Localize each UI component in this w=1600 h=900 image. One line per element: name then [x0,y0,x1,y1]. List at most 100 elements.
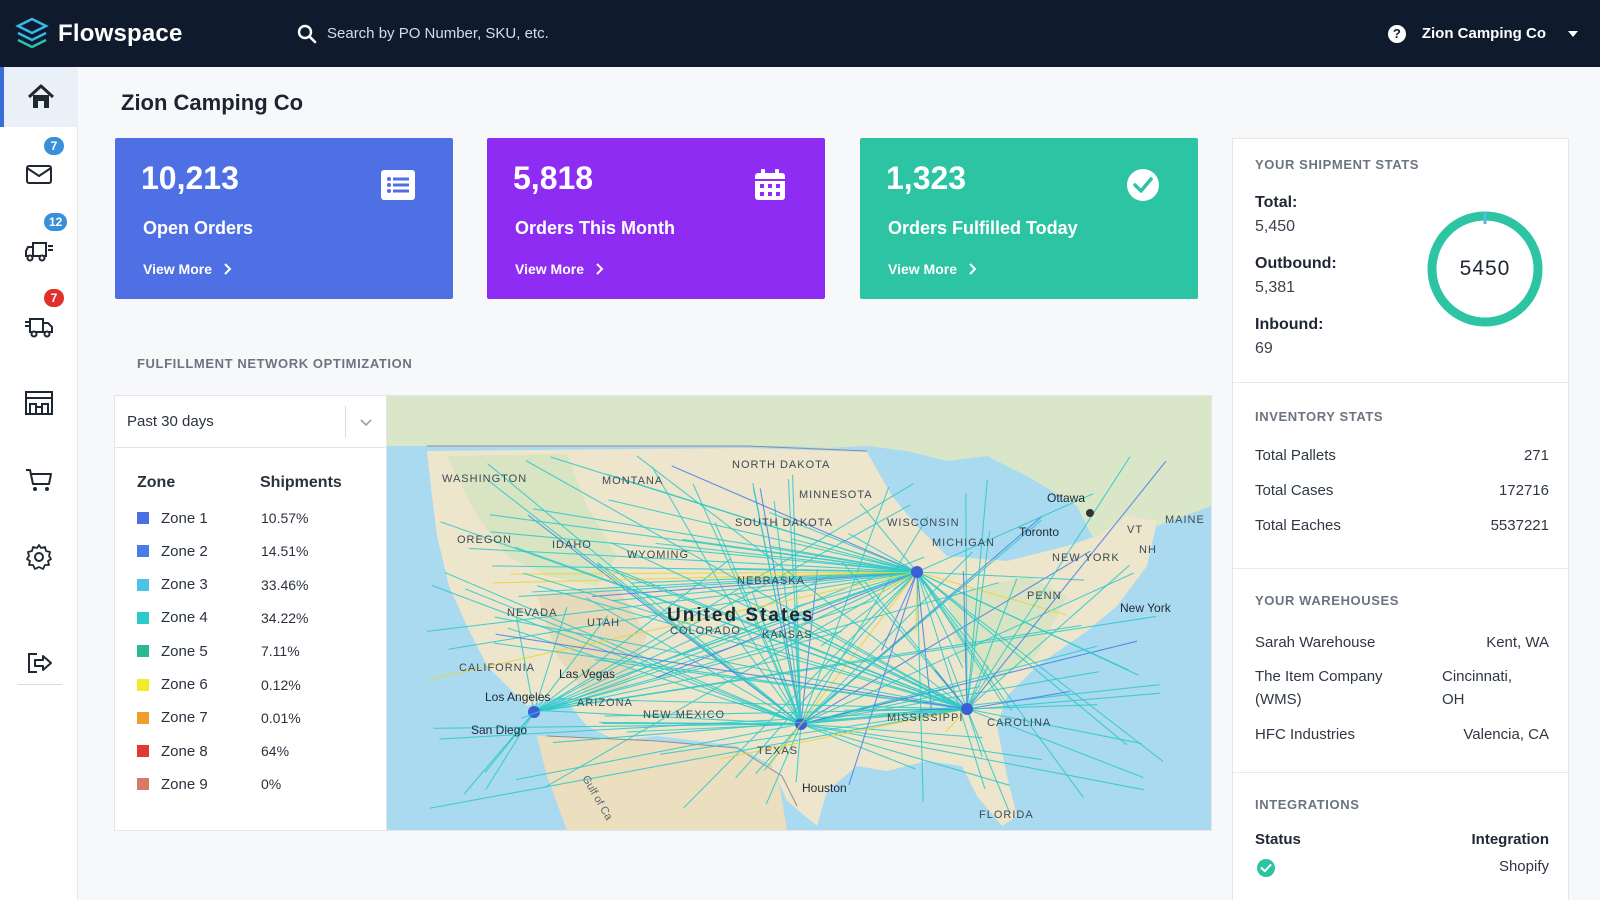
warehouse-name: The Item Company (WMS) [1255,668,1383,708]
view-more-link[interactable]: View More [515,261,606,277]
map-label: MINNESOTA [799,489,873,501]
warehouse-row[interactable]: The Item Company (WMS) Cincinnati, OH [1255,665,1549,711]
map-label: NORTH DAKOTA [732,459,830,471]
search-input[interactable] [327,25,847,42]
warehouse-location: Valencia, CA [1463,726,1549,743]
view-more-label: View More [143,261,212,277]
map-label: NEW YORK [1052,552,1120,564]
brand-logo[interactable]: Flowspace [14,16,264,52]
zone-color-swatch [137,745,149,758]
zone-name: Zone 9 [161,775,208,793]
inventory-stats-title: INVENTORY STATS [1255,409,1384,424]
map-label: WYOMING [627,549,689,561]
map-label: TEXAS [757,745,798,757]
outbound-truck-icon [25,318,53,338]
outbound-count-badge: 7 [42,287,66,309]
view-more-link[interactable]: View More [143,261,234,277]
view-more-label: View More [888,261,957,277]
sidebar-item-warehouse[interactable] [0,373,78,433]
city-label: Las Vegas [559,667,615,681]
fulfillment-map[interactable]: WASHINGTON MONTANA NORTH DAKOTA OREGON I… [387,396,1211,830]
integrations-title: INTEGRATIONS [1255,797,1360,812]
logout-icon [28,653,52,673]
gear-icon [26,544,52,570]
search-icon [297,24,317,43]
card-label: Orders Fulfilled Today [888,218,1078,238]
warehouse-hub-marker[interactable] [911,566,923,578]
map-label: PENN [1027,590,1062,602]
top-bar: Flowspace ? Zion Camping Co [0,0,1600,67]
orders-fulfilled-today-card[interactable]: 1,323 Orders Fulfilled Today View More [860,138,1198,299]
zone-shipment-share: 0% [261,776,282,793]
sidebar-item-inbox[interactable] [0,144,78,204]
status-column-header: Status [1255,831,1301,848]
map-label: CALIFORNIA [459,662,535,674]
chevron-right-icon [224,263,232,275]
zone-row: Zone 6 0.12% [137,673,377,697]
city-label: New York [1120,601,1172,615]
global-search[interactable] [297,14,897,54]
zone-name: Zone 4 [161,609,208,627]
sidebar-item-settings[interactable] [0,527,78,587]
period-select[interactable]: Past 30 days [115,396,386,448]
card-value: 1,323 [886,160,967,196]
map-label: UTAH [587,617,620,629]
sidebar-item-cart[interactable] [0,450,78,510]
map-label: NEW MEXICO [643,709,725,721]
warehouse-row[interactable]: HFC Industries Valencia, CA [1255,723,1549,747]
warehouse-row[interactable]: Sarah Warehouse Kent, WA [1255,631,1549,655]
inbox-count-badge: 7 [42,135,66,157]
inventory-row: Total Pallets 271 [1255,447,1549,464]
list-icon [381,170,415,200]
integrations-header-row: Status Integration [1255,831,1549,851]
zone-shipment-share: 7.11% [261,643,300,660]
warehouse-location: Cincinnati, OH [1442,668,1513,708]
sidebar-item-home[interactable] [0,67,78,127]
map-label: MICHIGAN [932,537,995,549]
card-label: Orders This Month [515,218,676,238]
zone-name: Zone 2 [161,542,208,560]
zone-name: Zone 7 [161,709,208,727]
warehouses-title: YOUR WAREHOUSES [1255,593,1400,608]
network-panel: Past 30 days Zone Shipments Zone 1 10.57%… [114,395,1212,831]
top-right-controls: ? Zion Camping Co [1387,0,1578,67]
warehouse-icon [25,391,53,415]
inbound-truck-icon [25,242,53,262]
chevron-right-icon [969,263,977,275]
view-more-link[interactable]: View More [888,261,979,277]
map-canvas[interactable]: WASHINGTON MONTANA NORTH DAKOTA OREGON I… [387,396,1211,830]
shipment-stats-title: YOUR SHIPMENT STATS [1255,157,1420,172]
integration-row[interactable]: Shopify [1255,857,1549,879]
inbound-count-badge: 12 [42,211,70,233]
inventory-value: 5537221 [1490,517,1549,534]
map-label: WISCONSIN [887,517,960,529]
page-title: Zion Camping Co [121,90,304,115]
flowspace-logo-icon [15,17,49,48]
sidebar-item-outbound[interactable] [0,296,78,356]
map-label: OREGON [457,534,512,546]
orders-this-month-card[interactable]: 5,818 Orders This Month View More [487,138,825,299]
map-label: CAROLINA [987,717,1051,729]
zone-column-header: Zone [137,474,176,491]
open-orders-card[interactable]: 10,213 Open Orders View More [115,138,453,299]
outbound-label: Outbound: [1255,255,1337,272]
warehouse-name: HFC Industries [1255,726,1356,743]
warehouse-name: Sarah Warehouse [1255,634,1376,651]
city-label: Houston [802,781,847,795]
warehouse-location: Kent, WA [1486,634,1549,651]
zone-row: Zone 5 7.11% [137,639,377,663]
help-icon[interactable]: ? [1387,24,1406,43]
cart-icon [26,469,52,491]
map-label: SOUTH DAKOTA [735,517,833,529]
account-dropdown-caret-icon[interactable] [1568,30,1578,37]
select-separator [345,406,346,438]
zone-shipment-share: 64% [261,743,290,760]
inventory-value: 271 [1523,447,1549,464]
zone-color-swatch [137,512,149,524]
warehouses-section: YOUR WAREHOUSES Sarah Warehouse Kent, WA… [1233,569,1568,773]
sidebar-item-logout[interactable] [0,633,78,693]
mail-icon [26,165,52,184]
zone-legend-panel: Past 30 days Zone Shipments Zone 1 10.57%… [115,396,387,830]
period-select-value: Past 30 days [127,413,214,430]
account-name[interactable]: Zion Camping Co [1422,25,1546,42]
